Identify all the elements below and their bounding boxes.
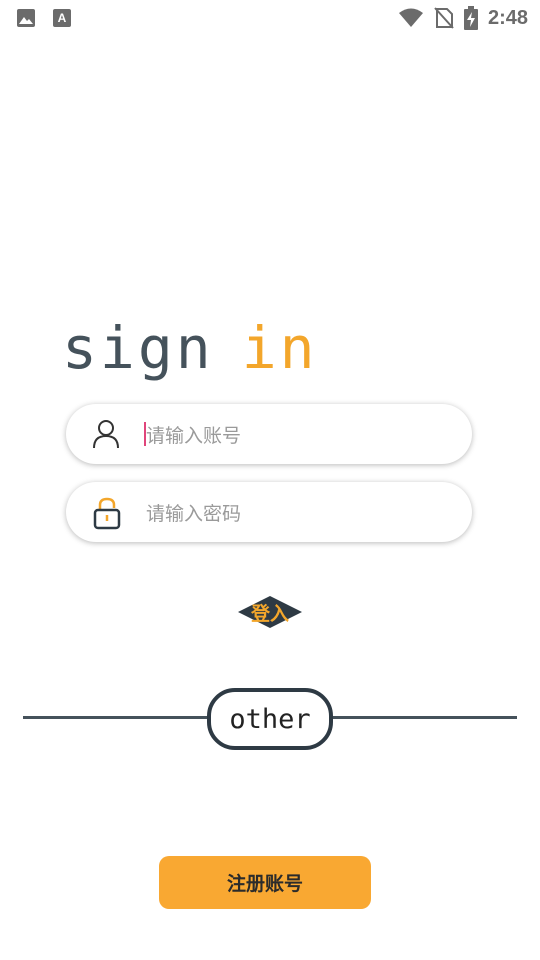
status-time: 2:48 bbox=[487, 6, 528, 29]
login-label: 登入 bbox=[250, 602, 289, 625]
other-label: other bbox=[229, 703, 311, 735]
font-icon: A bbox=[53, 9, 71, 27]
title-in: in bbox=[241, 314, 318, 382]
wifi-icon bbox=[398, 8, 423, 27]
register-label: 注册账号 bbox=[226, 873, 303, 895]
lock-icon bbox=[93, 497, 121, 530]
svg-text:A: A bbox=[58, 11, 67, 25]
username-field[interactable]: 请输入账号 bbox=[66, 404, 472, 464]
status-right-icons: 2:48 bbox=[398, 6, 528, 30]
password-field[interactable]: 请输入密码 bbox=[66, 482, 472, 542]
login-button[interactable]: 登入 bbox=[236, 594, 304, 630]
status-bar: A 2:48 bbox=[0, 0, 540, 36]
register-button[interactable]: 注册账号 bbox=[159, 856, 371, 909]
divider-left bbox=[23, 716, 209, 719]
password-input[interactable]: 请输入密码 bbox=[146, 499, 241, 526]
other-login-button[interactable]: other bbox=[207, 688, 333, 750]
title-sign: sign bbox=[62, 314, 214, 382]
username-input[interactable]: 请输入账号 bbox=[146, 421, 241, 448]
divider-right bbox=[323, 716, 517, 719]
sign-in-title: sign in bbox=[62, 318, 318, 378]
no-sim-icon bbox=[434, 7, 454, 29]
status-left-icons: A bbox=[16, 8, 72, 28]
battery-charging-icon bbox=[463, 6, 478, 30]
image-icon bbox=[17, 9, 35, 27]
user-icon bbox=[93, 420, 119, 449]
